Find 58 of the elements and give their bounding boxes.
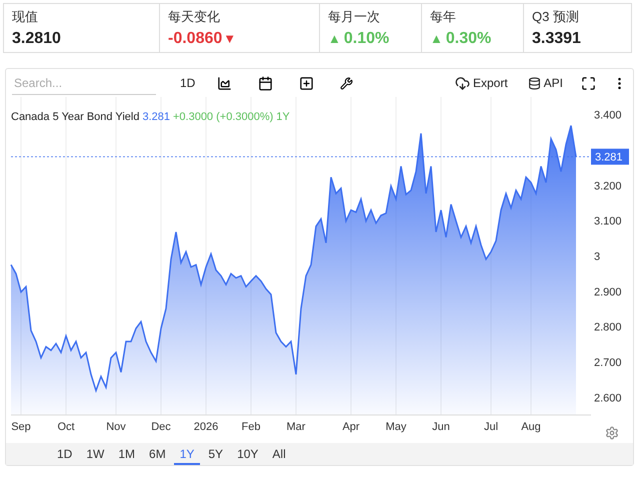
range-tab[interactable]: All xyxy=(266,444,292,464)
y-axis-label: 3 xyxy=(594,251,600,263)
stat-label: 每天变化 xyxy=(168,8,221,26)
legend-period: 1Y xyxy=(276,111,290,123)
range-tab[interactable]: 10Y xyxy=(231,444,264,464)
stat-number: 3.3391 xyxy=(532,30,581,47)
range-tab[interactable]: 1M xyxy=(112,444,142,464)
x-axis-label: Nov xyxy=(106,421,126,433)
y-axis-label: 3.200 xyxy=(594,180,622,192)
stat-label: 每月一次 xyxy=(328,8,381,26)
x-axis-label: Jul xyxy=(484,421,498,433)
x-axis-label: Dec xyxy=(151,421,171,433)
legend-change: +0.3000 (+0.3000%) xyxy=(172,111,274,123)
range-tab[interactable]: 5Y xyxy=(202,444,230,464)
y-axis-label: 3.100 xyxy=(594,216,622,228)
stat-label: Q3 预测 xyxy=(532,8,580,26)
down-triangle-icon: ▼ xyxy=(223,31,236,46)
up-triangle-icon: ▲ xyxy=(430,31,443,46)
y-axis-label: 2.700 xyxy=(594,357,622,369)
cloud-download-icon xyxy=(454,76,470,90)
export-button[interactable]: Export xyxy=(448,72,514,94)
stat-label: 每年 xyxy=(430,8,457,26)
stat-number: 0.30% xyxy=(446,30,492,47)
x-axis-label: Apr xyxy=(342,421,360,433)
database-icon xyxy=(528,76,541,90)
x-axis-label: Feb xyxy=(242,421,260,433)
x-axis-label: Aug xyxy=(521,421,541,433)
legend-price: 3.281 xyxy=(142,111,170,123)
area-chart-icon[interactable] xyxy=(217,76,232,90)
api-button[interactable]: API xyxy=(522,73,569,93)
range-tab[interactable]: 1Y xyxy=(174,444,200,464)
x-axis-label: 2026 xyxy=(194,421,218,433)
x-axis-label: Jun xyxy=(432,421,450,433)
plus-square-icon[interactable] xyxy=(299,76,314,90)
settings-button[interactable] xyxy=(605,426,619,440)
y-axis-label: 2.900 xyxy=(594,286,622,298)
fullscreen-icon[interactable] xyxy=(581,76,596,90)
stat-number: 0.10% xyxy=(344,30,390,47)
range-tab[interactable]: 1D xyxy=(51,444,78,464)
interval-button[interactable]: 1D xyxy=(174,73,202,93)
y-axis-label: 3.400 xyxy=(594,110,622,122)
y-axis-label: 2.800 xyxy=(594,322,622,334)
x-axis-label: Oct xyxy=(57,421,75,433)
x-axis-label: Mar xyxy=(286,421,306,433)
stat-number: 3.2810 xyxy=(12,30,61,47)
ref-line-label: 3.281 xyxy=(595,152,623,164)
x-axis-label: May xyxy=(386,421,406,433)
stat-number: -0.0860 xyxy=(168,30,222,47)
price-tag: 3.281 xyxy=(591,148,629,165)
calendar-icon[interactable] xyxy=(258,76,274,90)
range-tab[interactable]: 1W xyxy=(80,444,110,464)
wrench-icon[interactable] xyxy=(340,76,354,90)
stat-label: 现值 xyxy=(12,8,39,26)
x-axis-label: Sep xyxy=(11,421,31,433)
y-axis-label: 2.600 xyxy=(594,392,622,404)
chart-title: Canada 5 Year Bond Yield xyxy=(11,111,140,123)
up-triangle-icon: ▲ xyxy=(328,31,341,46)
range-tab[interactable]: 6M xyxy=(143,444,172,464)
